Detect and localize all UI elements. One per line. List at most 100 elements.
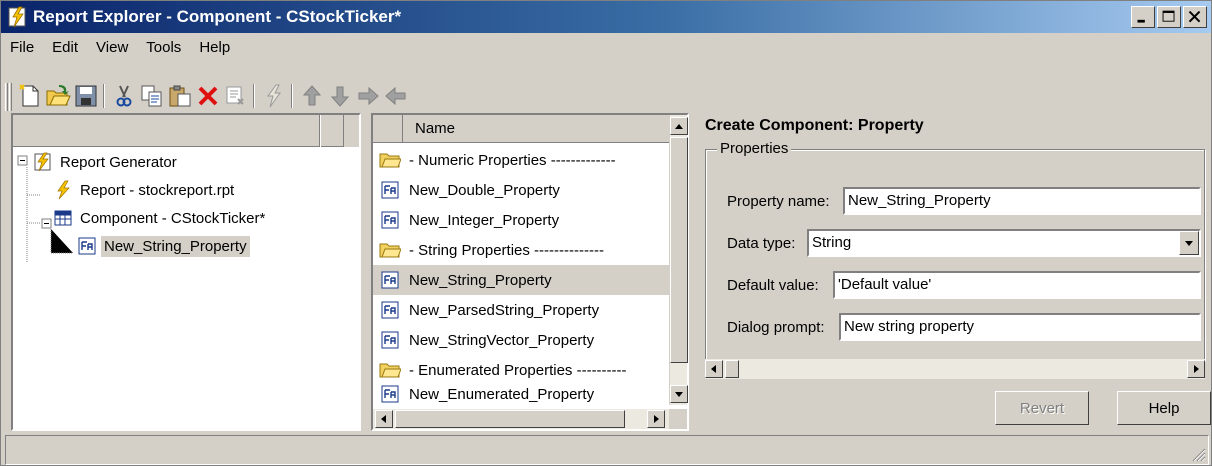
menu-edit[interactable]: Edit bbox=[43, 37, 87, 61]
toolbar bbox=[5, 81, 1205, 111]
report-explorer-window: Report Explorer - Component - CStockTick… bbox=[0, 0, 1212, 466]
properties-pane: Create Component: Property Properties Pr… bbox=[697, 113, 1211, 443]
triangle-down-icon bbox=[675, 392, 683, 397]
triangle-up-icon bbox=[675, 124, 683, 129]
tree-item-label: New_String_Property bbox=[101, 235, 250, 257]
list-item[interactable]: New_Double_Property bbox=[373, 175, 669, 205]
list-item-label: New_Integer_Property bbox=[409, 211, 560, 229]
new-icon[interactable] bbox=[17, 83, 43, 109]
resize-grip-icon[interactable] bbox=[1190, 446, 1206, 462]
scroll-left-button[interactable] bbox=[705, 360, 723, 378]
dropdown-button[interactable] bbox=[1179, 231, 1199, 255]
tree-header bbox=[13, 115, 359, 147]
scroll-thumb[interactable] bbox=[725, 360, 739, 378]
list-vertical-scrollbar[interactable] bbox=[669, 115, 688, 405]
scroll-right-button[interactable] bbox=[1187, 360, 1205, 378]
default-value-input[interactable]: 'Default value' bbox=[833, 271, 1201, 299]
property-icon bbox=[381, 211, 399, 229]
toolbar-grip[interactable] bbox=[9, 83, 12, 111]
outline-tree[interactable]: Report Generator Report - stockreport.rp… bbox=[11, 113, 361, 431]
scroll-left-button[interactable] bbox=[375, 410, 393, 428]
tree-item-report[interactable]: Report - stockreport.rpt bbox=[53, 177, 237, 203]
run-report-icon[interactable] bbox=[261, 83, 287, 109]
maximize-icon bbox=[1162, 10, 1175, 22]
property-icon bbox=[381, 301, 399, 319]
menu-tools[interactable]: Tools bbox=[137, 37, 190, 61]
toolbar-separator bbox=[103, 84, 105, 108]
pane-heading: Create Component: Property bbox=[705, 117, 924, 134]
list-item[interactable]: New_Integer_Property bbox=[373, 205, 669, 235]
list-item-label: New_Double_Property bbox=[409, 181, 560, 199]
scroll-right-button[interactable] bbox=[647, 410, 665, 428]
open-icon[interactable] bbox=[45, 83, 71, 109]
triangle-left-icon bbox=[711, 365, 716, 373]
list-item[interactable]: - String Properties -------------- bbox=[373, 235, 669, 265]
report-icon bbox=[57, 180, 70, 200]
disable-component-icon[interactable] bbox=[223, 83, 249, 109]
copy-icon[interactable] bbox=[139, 83, 165, 109]
folder-icon bbox=[379, 153, 401, 168]
delete-icon[interactable] bbox=[195, 83, 221, 109]
move-down-icon[interactable] bbox=[327, 83, 353, 109]
dialog-prompt-label: Dialog prompt: bbox=[727, 319, 825, 336]
maximize-button[interactable] bbox=[1157, 6, 1181, 28]
chevron-down-icon bbox=[1185, 241, 1193, 246]
property-icon bbox=[381, 385, 399, 403]
default-value-label: Default value: bbox=[727, 277, 819, 294]
save-icon[interactable] bbox=[73, 83, 99, 109]
minimize-button[interactable] bbox=[1131, 6, 1155, 28]
help-button[interactable]: Help bbox=[1117, 391, 1211, 425]
close-button[interactable] bbox=[1183, 6, 1207, 28]
paste-icon[interactable] bbox=[167, 83, 193, 109]
property-list[interactable]: Name - Numeric Properties ------------- … bbox=[371, 113, 689, 431]
group-label: Properties bbox=[717, 140, 792, 157]
property-icon bbox=[78, 237, 96, 255]
menu-file[interactable]: File bbox=[1, 37, 43, 61]
properties-horizontal-scrollbar[interactable] bbox=[705, 359, 1205, 379]
property-name-input[interactable]: New_String_Property bbox=[843, 187, 1201, 215]
promote-icon[interactable] bbox=[383, 83, 409, 109]
dialog-prompt-input[interactable]: New string property bbox=[839, 313, 1201, 341]
data-type-select[interactable]: String bbox=[807, 229, 1201, 257]
list-item-label: New_Enumerated_Property bbox=[409, 385, 595, 403]
move-up-icon[interactable] bbox=[299, 83, 325, 109]
property-icon bbox=[381, 271, 399, 289]
property-name-label: Property name: bbox=[727, 193, 830, 210]
scroll-up-button[interactable] bbox=[670, 117, 688, 135]
list-item-label: New_StringVector_Property bbox=[409, 331, 595, 349]
folder-icon bbox=[379, 243, 401, 258]
tree-item-label: Component - CStockTicker* bbox=[80, 209, 266, 227]
tree-item-component[interactable]: Component - CStockTicker* bbox=[53, 205, 268, 231]
list-item[interactable]: New_ParsedString_Property bbox=[373, 295, 669, 325]
revert-button[interactable]: Revert bbox=[995, 391, 1089, 425]
scroll-down-button[interactable] bbox=[670, 385, 688, 403]
report-generator-icon bbox=[34, 152, 51, 172]
toolbar-grip[interactable] bbox=[5, 83, 8, 111]
status-bar bbox=[5, 435, 1209, 465]
name-column-header: Name bbox=[415, 120, 456, 137]
scroll-corner bbox=[669, 409, 687, 429]
list-item[interactable]: New_Enumerated_Property bbox=[373, 379, 669, 409]
list-item-label: - Enumerated Properties ---------- bbox=[409, 361, 627, 379]
list-item[interactable]: New_String_Property bbox=[373, 265, 669, 295]
cut-icon[interactable] bbox=[111, 83, 137, 109]
triangle-right-icon bbox=[1194, 365, 1199, 373]
tree-item-label: Report - stockreport.rpt bbox=[80, 181, 235, 199]
menu-view[interactable]: View bbox=[87, 37, 137, 61]
tree-item-report-generator[interactable]: Report Generator bbox=[33, 149, 180, 175]
menu-help[interactable]: Help bbox=[190, 37, 239, 61]
tree-item-new-string-property[interactable]: New_String_Property bbox=[77, 233, 250, 259]
report-generator-icon bbox=[8, 6, 26, 28]
list-item[interactable]: New_StringVector_Property bbox=[373, 325, 669, 355]
list-horizontal-scrollbar[interactable] bbox=[373, 409, 669, 429]
toolbar-separator bbox=[291, 84, 293, 108]
list-header[interactable]: Name bbox=[373, 115, 669, 143]
scroll-thumb[interactable] bbox=[395, 410, 625, 428]
demote-icon[interactable] bbox=[355, 83, 381, 109]
folder-icon bbox=[379, 363, 401, 378]
scroll-thumb[interactable] bbox=[670, 137, 688, 363]
close-icon bbox=[1188, 10, 1201, 23]
component-icon bbox=[54, 210, 72, 226]
list-item[interactable]: - Numeric Properties ------------- bbox=[373, 145, 669, 175]
title-bar[interactable]: Report Explorer - Component - CStockTick… bbox=[1, 1, 1211, 33]
